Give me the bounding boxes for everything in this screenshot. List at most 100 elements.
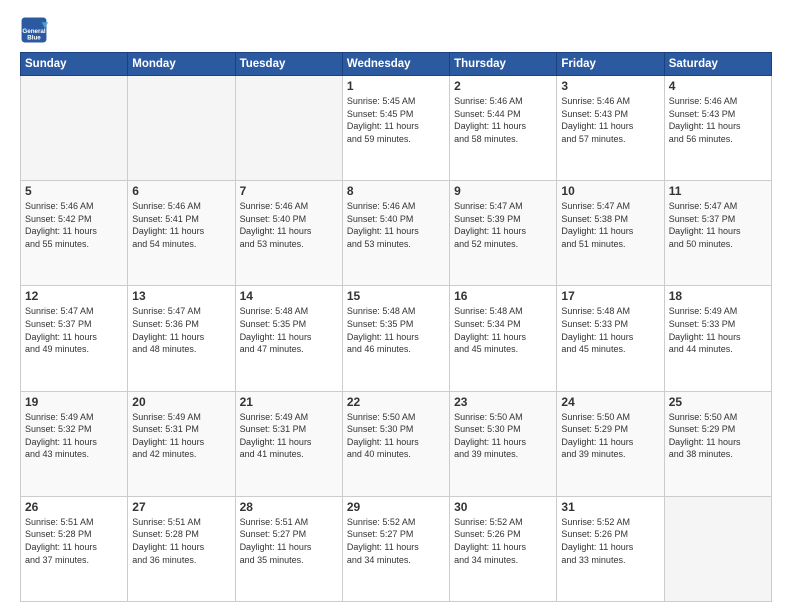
week-row-2: 5 Sunrise: 5:46 AM Sunset: 5:42 PM Daylig… [21, 181, 772, 286]
calendar-cell: 13 Sunrise: 5:47 AM Sunset: 5:36 PM Dayli… [128, 286, 235, 391]
calendar-cell: 15Sunrise: 5:48 AM Sunset: 5:35 PM Dayli… [342, 286, 449, 391]
day-number: 9 [454, 184, 552, 198]
weekday-header-sunday: Sunday [21, 53, 128, 76]
weekday-header-wednesday: Wednesday [342, 53, 449, 76]
calendar-cell: 23Sunrise: 5:50 AM Sunset: 5:30 PM Dayli… [450, 391, 557, 496]
calendar-cell: 29 Sunrise: 5:52 AM Sunset: 5:27 PM Dayli… [342, 496, 449, 601]
calendar-cell: 7Sunrise: 5:46 AM Sunset: 5:40 PM Daylig… [235, 181, 342, 286]
day-number: 19 [25, 395, 123, 409]
calendar-cell: 5 Sunrise: 5:46 AM Sunset: 5:42 PM Daylig… [21, 181, 128, 286]
day-number: 18 [669, 289, 767, 303]
day-info: Sunrise: 5:47 AM Sunset: 5:38 PM Dayligh… [561, 200, 659, 250]
calendar-cell: 10 Sunrise: 5:47 AM Sunset: 5:38 PM Dayli… [557, 181, 664, 286]
day-number: 14 [240, 289, 338, 303]
day-info: Sunrise: 5:49 AM Sunset: 5:31 PM Dayligh… [240, 411, 338, 461]
calendar-cell: 4Sunrise: 5:46 AM Sunset: 5:43 PM Daylig… [664, 76, 771, 181]
calendar-cell: 20 Sunrise: 5:49 AM Sunset: 5:31 PM Dayli… [128, 391, 235, 496]
day-info: Sunrise: 5:46 AM Sunset: 5:40 PM Dayligh… [347, 200, 445, 250]
day-info: Sunrise: 5:46 AM Sunset: 5:43 PM Dayligh… [561, 95, 659, 145]
day-number: 29 [347, 500, 445, 514]
day-info: Sunrise: 5:47 AM Sunset: 5:36 PM Dayligh… [132, 305, 230, 355]
calendar-cell: 12 Sunrise: 5:47 AM Sunset: 5:37 PM Dayli… [21, 286, 128, 391]
calendar-cell: 21 Sunrise: 5:49 AM Sunset: 5:31 PM Dayli… [235, 391, 342, 496]
day-info: Sunrise: 5:45 AM Sunset: 5:45 PM Dayligh… [347, 95, 445, 145]
calendar-cell: 6Sunrise: 5:46 AM Sunset: 5:41 PM Daylig… [128, 181, 235, 286]
day-info: Sunrise: 5:48 AM Sunset: 5:33 PM Dayligh… [561, 305, 659, 355]
day-number: 28 [240, 500, 338, 514]
day-info: Sunrise: 5:51 AM Sunset: 5:28 PM Dayligh… [25, 516, 123, 566]
calendar-cell [21, 76, 128, 181]
calendar-cell: 25Sunrise: 5:50 AM Sunset: 5:29 PM Dayli… [664, 391, 771, 496]
calendar-cell: 19Sunrise: 5:49 AM Sunset: 5:32 PM Dayli… [21, 391, 128, 496]
day-number: 1 [347, 79, 445, 93]
day-number: 10 [561, 184, 659, 198]
calendar-cell: 24 Sunrise: 5:50 AM Sunset: 5:29 PM Dayli… [557, 391, 664, 496]
day-number: 26 [25, 500, 123, 514]
day-info: Sunrise: 5:48 AM Sunset: 5:35 PM Dayligh… [240, 305, 338, 355]
day-number: 7 [240, 184, 338, 198]
calendar-cell: 30 Sunrise: 5:52 AM Sunset: 5:26 PM Dayli… [450, 496, 557, 601]
calendar-cell: 16 Sunrise: 5:48 AM Sunset: 5:34 PM Dayli… [450, 286, 557, 391]
weekday-header-thursday: Thursday [450, 53, 557, 76]
day-info: Sunrise: 5:49 AM Sunset: 5:33 PM Dayligh… [669, 305, 767, 355]
day-number: 2 [454, 79, 552, 93]
day-number: 30 [454, 500, 552, 514]
week-row-1: 1 Sunrise: 5:45 AM Sunset: 5:45 PM Daylig… [21, 76, 772, 181]
logo-icon: General Blue [20, 16, 48, 44]
day-info: Sunrise: 5:50 AM Sunset: 5:30 PM Dayligh… [454, 411, 552, 461]
day-number: 5 [25, 184, 123, 198]
day-info: Sunrise: 5:52 AM Sunset: 5:26 PM Dayligh… [454, 516, 552, 566]
day-number: 4 [669, 79, 767, 93]
weekday-header-row: SundayMondayTuesdayWednesdayThursdayFrid… [21, 53, 772, 76]
day-info: Sunrise: 5:50 AM Sunset: 5:30 PM Dayligh… [347, 411, 445, 461]
day-info: Sunrise: 5:52 AM Sunset: 5:27 PM Dayligh… [347, 516, 445, 566]
day-info: Sunrise: 5:49 AM Sunset: 5:31 PM Dayligh… [132, 411, 230, 461]
day-info: Sunrise: 5:50 AM Sunset: 5:29 PM Dayligh… [561, 411, 659, 461]
svg-text:Blue: Blue [27, 34, 41, 41]
logo: General Blue [20, 16, 52, 44]
day-number: 16 [454, 289, 552, 303]
day-number: 11 [669, 184, 767, 198]
calendar-cell: 11 Sunrise: 5:47 AM Sunset: 5:37 PM Dayli… [664, 181, 771, 286]
day-info: Sunrise: 5:46 AM Sunset: 5:42 PM Dayligh… [25, 200, 123, 250]
calendar-cell: 22 Sunrise: 5:50 AM Sunset: 5:30 PM Dayli… [342, 391, 449, 496]
calendar-cell: 26 Sunrise: 5:51 AM Sunset: 5:28 PM Dayli… [21, 496, 128, 601]
day-number: 20 [132, 395, 230, 409]
week-row-5: 26 Sunrise: 5:51 AM Sunset: 5:28 PM Dayli… [21, 496, 772, 601]
day-info: Sunrise: 5:48 AM Sunset: 5:34 PM Dayligh… [454, 305, 552, 355]
weekday-header-saturday: Saturday [664, 53, 771, 76]
day-number: 8 [347, 184, 445, 198]
day-number: 21 [240, 395, 338, 409]
calendar-page: General Blue SundayMondayTuesdayWednesda… [0, 0, 792, 612]
calendar-cell: 8 Sunrise: 5:46 AM Sunset: 5:40 PM Daylig… [342, 181, 449, 286]
header: General Blue [20, 16, 772, 44]
calendar-cell: 14 Sunrise: 5:48 AM Sunset: 5:35 PM Dayli… [235, 286, 342, 391]
day-info: Sunrise: 5:47 AM Sunset: 5:37 PM Dayligh… [669, 200, 767, 250]
calendar-cell: 31Sunrise: 5:52 AM Sunset: 5:26 PM Dayli… [557, 496, 664, 601]
calendar-cell: 1 Sunrise: 5:45 AM Sunset: 5:45 PM Daylig… [342, 76, 449, 181]
day-info: Sunrise: 5:51 AM Sunset: 5:27 PM Dayligh… [240, 516, 338, 566]
day-number: 13 [132, 289, 230, 303]
weekday-header-friday: Friday [557, 53, 664, 76]
calendar-cell: 2 Sunrise: 5:46 AM Sunset: 5:44 PM Daylig… [450, 76, 557, 181]
day-number: 17 [561, 289, 659, 303]
day-info: Sunrise: 5:46 AM Sunset: 5:41 PM Dayligh… [132, 200, 230, 250]
day-number: 24 [561, 395, 659, 409]
week-row-3: 12 Sunrise: 5:47 AM Sunset: 5:37 PM Dayli… [21, 286, 772, 391]
weekday-header-monday: Monday [128, 53, 235, 76]
day-number: 27 [132, 500, 230, 514]
day-info: Sunrise: 5:51 AM Sunset: 5:28 PM Dayligh… [132, 516, 230, 566]
day-info: Sunrise: 5:47 AM Sunset: 5:37 PM Dayligh… [25, 305, 123, 355]
day-number: 3 [561, 79, 659, 93]
day-info: Sunrise: 5:47 AM Sunset: 5:39 PM Dayligh… [454, 200, 552, 250]
calendar-cell: 17 Sunrise: 5:48 AM Sunset: 5:33 PM Dayli… [557, 286, 664, 391]
day-number: 12 [25, 289, 123, 303]
day-number: 25 [669, 395, 767, 409]
calendar-cell: 9 Sunrise: 5:47 AM Sunset: 5:39 PM Daylig… [450, 181, 557, 286]
calendar-table: SundayMondayTuesdayWednesdayThursdayFrid… [20, 52, 772, 602]
calendar-cell: 27 Sunrise: 5:51 AM Sunset: 5:28 PM Dayli… [128, 496, 235, 601]
day-number: 22 [347, 395, 445, 409]
day-info: Sunrise: 5:46 AM Sunset: 5:44 PM Dayligh… [454, 95, 552, 145]
calendar-cell [235, 76, 342, 181]
calendar-cell [664, 496, 771, 601]
